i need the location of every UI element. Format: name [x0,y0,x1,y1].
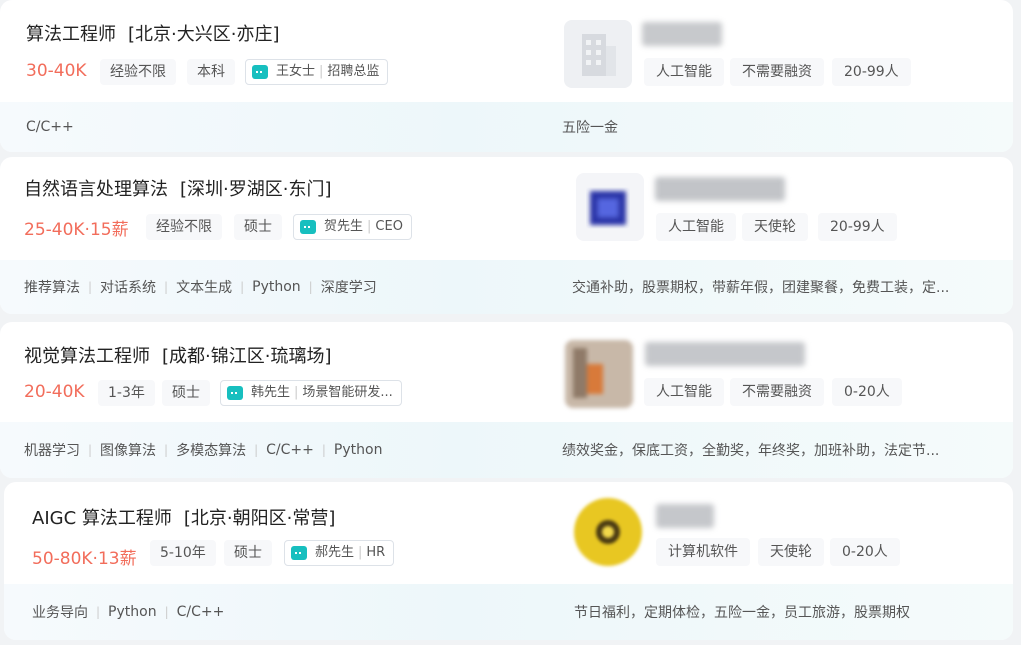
skill-tag: 深度学习 [320,280,377,296]
company-industry-tag: 人工智能 [656,213,736,241]
welfare-text: 绩效奖金，保底工资，全勤奖，年终奖，加班补助，法定节... [562,443,940,459]
chat-icon [300,220,316,234]
job-title[interactable]: 算法工程师 [北京·大兴区·亦庄] [26,20,280,46]
company-size-tag: 20-99人 [818,213,897,241]
job-location: [成都·锦江区·琉璃场] [162,346,332,367]
skill-tag: Python [252,279,301,295]
company-funding-tag: 不需要融资 [730,378,824,406]
company-name-blurred[interactable] [655,177,785,201]
company-logo[interactable] [565,340,633,408]
recruiter-badge[interactable]: 贺先生 | CEO [293,214,412,240]
recruiter-name: 贺先生 [324,219,364,234]
skill-tag: 图像算法 [100,443,157,459]
job-location: [深圳·罗湖区·东门] [180,179,332,200]
recruiter-role: 招聘总监 [327,64,380,79]
skill-tag: 机器学习 [24,443,80,459]
welfare-text: 节日福利，定期体检，五险一金，员工旅游，股票期权 [574,605,910,621]
card-footer: 机器学习 | 图像算法 | 多模态算法 | C/C++ | Python 绩效奖金，保底… [0,422,1013,478]
job-card[interactable]: AIGC 算法工程师 [北京·朝阳区·常营] 50-80K·13薪 5-10年 硕… [4,482,1013,640]
recruiter-name: 王女士 [276,64,316,79]
company-size-tag: 20-99人 [832,58,911,86]
skill-list: C/C++ [26,119,74,135]
job-card[interactable]: 视觉算法工程师 [成都·锦江区·琉璃场] 20-40K 1-3年 硕士 韩先生 | 场… [0,322,1013,478]
salary: 25-40K·15薪 [24,220,129,240]
job-title[interactable]: AIGC 算法工程师 [北京·朝阳区·常营] [32,504,335,530]
skill-tag: 多模态算法 [176,443,247,459]
salary: 50-80K·13薪 [32,549,137,569]
company-name-blurred[interactable] [656,504,714,528]
job-title[interactable]: 自然语言处理算法 [深圳·罗湖区·东门] [24,175,332,201]
job-location: [北京·朝阳区·常营] [183,508,336,529]
education-tag: 硕士 [234,214,282,240]
job-card[interactable]: 算法工程师 [北京·大兴区·亦庄] 30-40K 经验不限 本科 王女士 | 招聘总监… [0,0,1013,152]
chat-icon [227,386,243,400]
company-industry-tag: 人工智能 [644,58,724,86]
recruiter-badge[interactable]: 王女士 | 招聘总监 [245,59,389,85]
skill-tag: 推荐算法 [24,280,80,296]
skill-tag: C/C++ [266,442,314,458]
company-industry-tag: 计算机软件 [656,538,750,566]
card-footer: 推荐算法 | 对话系统 | 文本生成 | Python | 深度学习 交通补助，股票期权… [0,260,1013,314]
education-tag: 硕士 [224,540,272,566]
job-title[interactable]: 视觉算法工程师 [成都·锦江区·琉璃场] [24,342,332,368]
recruiter-badge[interactable]: 韩先生 | 场景智能研发... [220,380,402,406]
skill-tag: 业务导向 [32,605,88,621]
recruiter-name: 韩先生 [251,385,291,400]
skill-tag: 对话系统 [100,280,157,296]
company-size-tag: 0-20人 [830,538,900,566]
card-footer: C/C++ 五险一金 [0,102,1013,152]
company-name-blurred[interactable] [642,22,722,46]
salary: 30-40K [26,61,87,81]
chat-icon [291,546,307,560]
experience-tag: 经验不限 [146,214,222,240]
skill-list: 推荐算法 | 对话系统 | 文本生成 | Python | 深度学习 [24,279,377,296]
recruiter-badge[interactable]: 郝先生 | HR [284,540,395,566]
welfare-text: 交通补助，股票期权，带薪年假，团建聚餐，免费工装，定... [572,280,950,296]
company-industry-tag: 人工智能 [644,378,724,406]
skill-tag: 文本生成 [176,280,233,296]
experience-tag: 经验不限 [100,59,176,85]
experience-tag: 5-10年 [150,540,216,566]
recruiter-role: CEO [375,219,403,234]
recruiter-name: 郝先生 [315,545,355,560]
education-tag: 硕士 [162,380,210,406]
skill-tag: C/C++ [26,119,74,135]
chat-icon [252,65,268,79]
salary: 20-40K [24,382,85,402]
building-icon[interactable] [564,20,632,88]
education-tag: 本科 [187,59,235,85]
recruiter-role: HR [366,545,386,560]
company-size-tag: 0-20人 [832,378,902,406]
company-name-blurred[interactable] [645,342,805,366]
company-logo[interactable] [574,498,642,566]
skill-tag: C/C++ [176,604,225,620]
job-card[interactable]: 自然语言处理算法 [深圳·罗湖区·东门] 25-40K·15薪 经验不限 硕士 贺… [0,157,1013,314]
welfare-text: 五险一金 [562,120,618,136]
skill-list: 机器学习 | 图像算法 | 多模态算法 | C/C++ | Python [24,442,383,459]
recruiter-role: 场景智能研发... [302,385,393,400]
skill-tag: Python [108,604,157,620]
experience-tag: 1-3年 [98,380,155,406]
company-funding-tag: 天使轮 [758,538,824,566]
company-logo[interactable] [576,173,644,241]
skill-list: 业务导向 | Python | C/C++ [32,604,225,621]
skill-tag: Python [333,442,383,458]
card-footer: 业务导向 | Python | C/C++ 节日福利，定期体检，五险一金，员工旅游，… [4,584,1013,640]
company-funding-tag: 不需要融资 [730,58,824,86]
company-funding-tag: 天使轮 [742,213,808,241]
job-location: [北京·大兴区·亦庄] [128,24,280,45]
